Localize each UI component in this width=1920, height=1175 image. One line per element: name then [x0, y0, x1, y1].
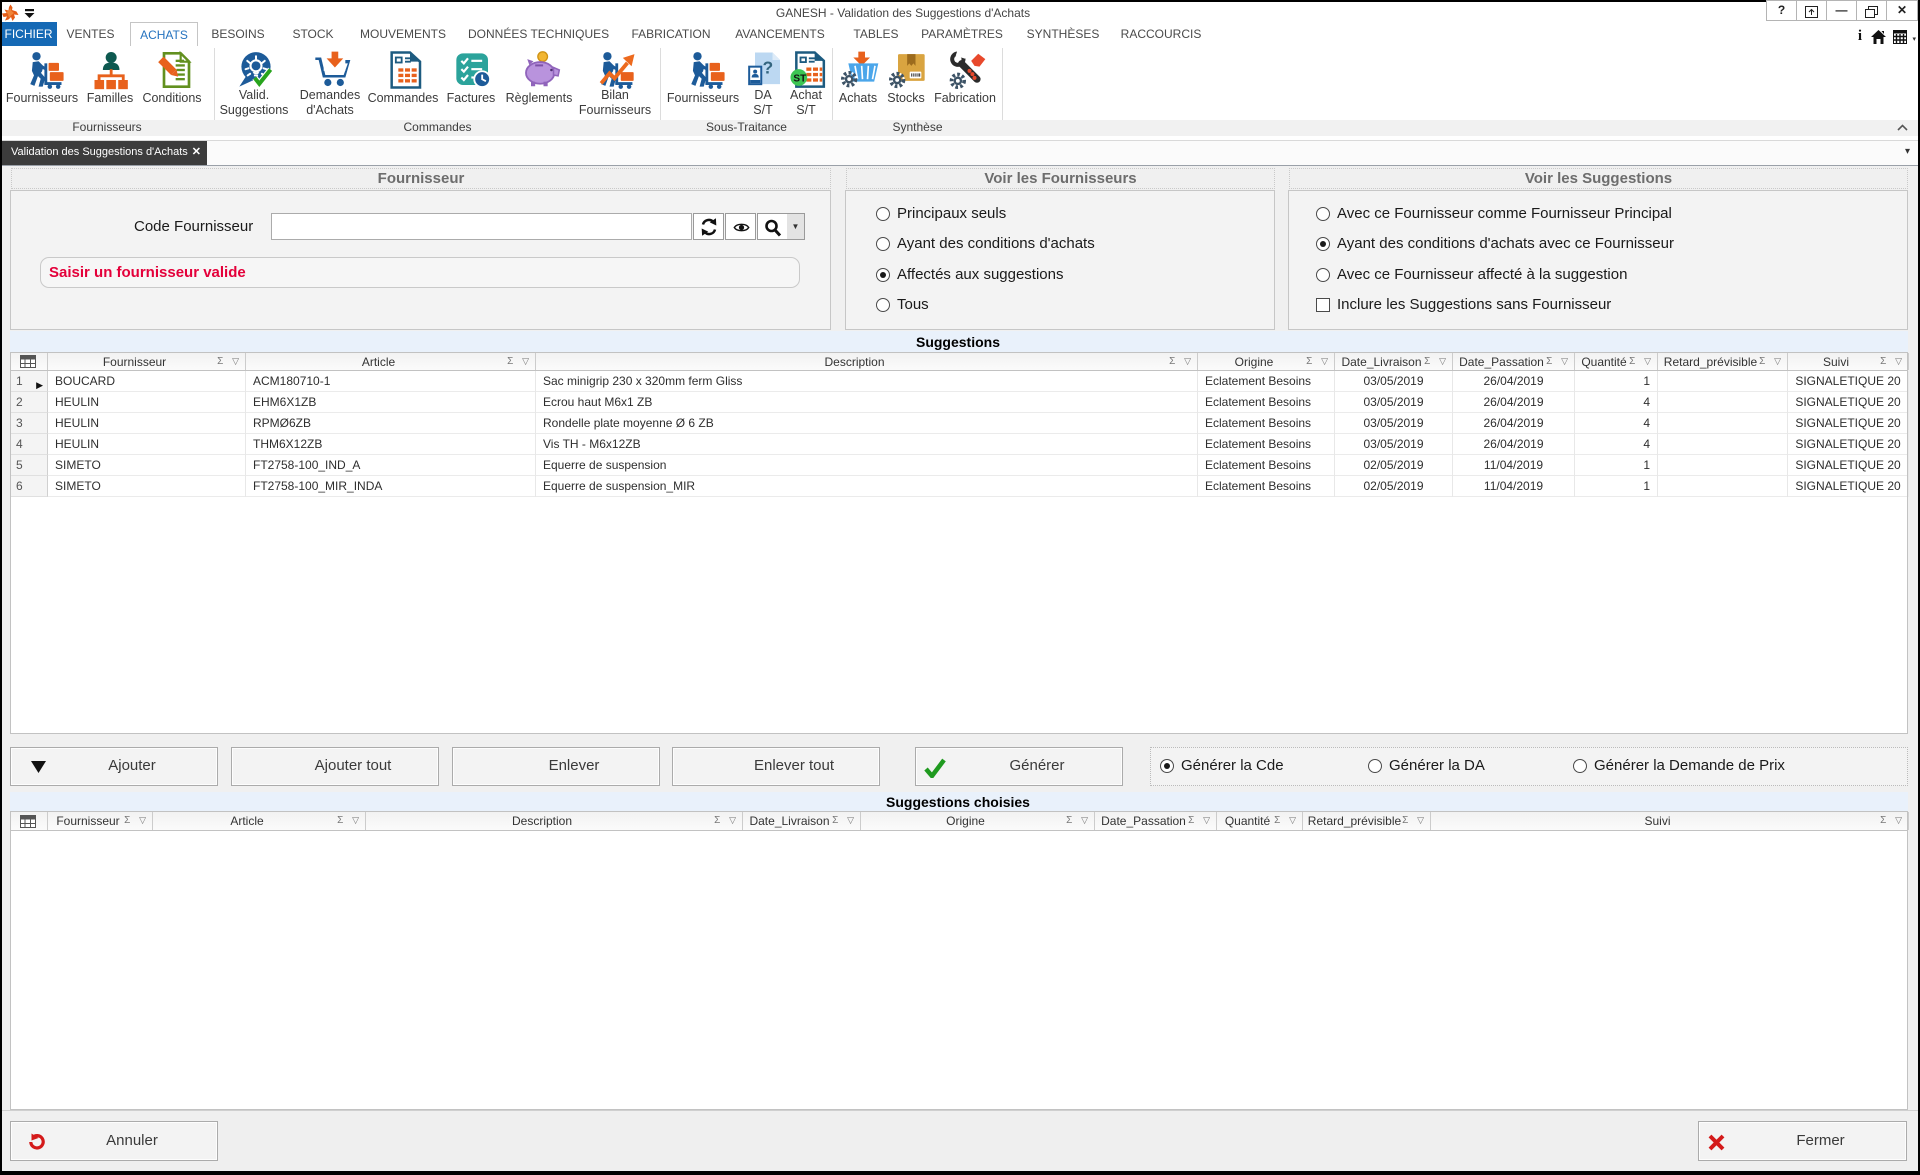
svg-text:?: ? — [763, 57, 774, 77]
svg-text:ST: ST — [793, 74, 806, 85]
